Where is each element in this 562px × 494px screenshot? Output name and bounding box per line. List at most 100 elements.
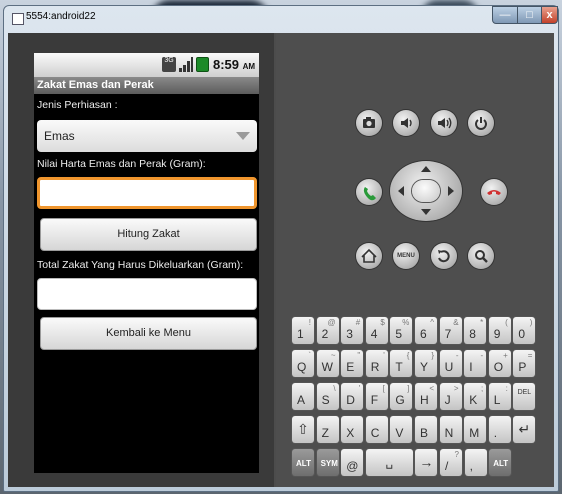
key-24[interactable]: G] (390, 383, 413, 410)
key-46[interactable]: , (464, 449, 487, 476)
key-label: 0 (518, 327, 526, 341)
kembali-menu-button[interactable]: Kembali ke Menu (40, 317, 257, 350)
dpad[interactable] (390, 161, 462, 221)
key-29[interactable]: DEL (513, 383, 536, 410)
search-button[interactable] (468, 243, 494, 269)
key-33[interactable]: C (365, 416, 388, 443)
key-19[interactable]: P = (513, 350, 536, 377)
key-39[interactable]: ↵ (513, 416, 536, 443)
key-3[interactable]: 4 $ (365, 317, 388, 344)
back-button[interactable] (431, 243, 457, 269)
key-22[interactable]: D ' (341, 383, 364, 410)
menu-button[interactable]: MENU (393, 243, 419, 269)
key-label: ␣ (385, 455, 394, 469)
key-45[interactable]: /? (440, 449, 462, 476)
key-27[interactable]: K; (464, 383, 487, 410)
key-4[interactable]: 5% (390, 317, 413, 344)
key-40[interactable]: ALT (292, 449, 314, 476)
key-37[interactable]: M (464, 416, 487, 443)
key-alt-label: < (429, 384, 434, 393)
key-31[interactable]: Z (316, 416, 339, 443)
key-11[interactable]: W ~ (316, 350, 339, 377)
volume-down-button[interactable] (393, 110, 419, 136)
key-30[interactable]: ⇧ (292, 416, 314, 443)
key-alt-label: - (455, 351, 459, 360)
key-44[interactable]: → (415, 449, 438, 476)
key-34[interactable]: V (390, 416, 413, 443)
key-alt-label: ! (308, 318, 311, 327)
key-label: 3 (346, 327, 353, 341)
key-41[interactable]: SYM (316, 449, 339, 476)
key-18[interactable]: O + (488, 350, 511, 377)
emulator-window: 5554:android22 — □ x 3G 8:59 AM Zakat Em… (3, 5, 559, 492)
key-label: G (395, 393, 405, 407)
jenis-perhiasan-spinner[interactable]: Emas (37, 120, 257, 152)
network-3g-icon: 3G (162, 57, 176, 72)
nilai-harta-input[interactable] (37, 177, 257, 209)
key-0[interactable]: 1! (292, 317, 314, 344)
key-label: A (297, 393, 306, 407)
key-16[interactable]: U- (439, 350, 462, 377)
key-26[interactable]: J > (439, 383, 462, 410)
dpad-left-icon[interactable] (398, 186, 404, 196)
key-25[interactable]: H < (415, 383, 437, 410)
key-6[interactable]: 7 & (439, 317, 462, 344)
key-alt-label: ^ (430, 318, 434, 327)
key-label: B (420, 426, 429, 440)
power-button[interactable] (468, 110, 494, 136)
key-21[interactable]: S \ (316, 383, 339, 410)
key-alt-label: > (453, 384, 459, 393)
camera-button[interactable] (356, 110, 382, 136)
close-button[interactable]: x (541, 6, 558, 24)
key-35[interactable]: B (415, 416, 437, 443)
key-12[interactable]: E " (341, 350, 364, 377)
key-47[interactable]: ALT (489, 449, 512, 476)
nilai-harta-label: Nilai Harta Emas dan Perak (Gram): (37, 158, 206, 170)
key-label: P (518, 360, 527, 374)
key-32[interactable]: X (341, 416, 364, 443)
dpad-down-icon[interactable] (421, 209, 431, 215)
window-app-icon[interactable] (12, 13, 24, 25)
key-43[interactable]: ␣ (365, 449, 413, 476)
key-23[interactable]: F[ (365, 383, 388, 410)
call-button[interactable] (356, 179, 382, 205)
menu-label: MENU (397, 253, 415, 259)
key-42[interactable]: @ (341, 449, 364, 476)
dpad-up-icon[interactable] (421, 166, 431, 172)
key-8[interactable]: 9( (488, 317, 511, 344)
key-38[interactable]: . (488, 416, 511, 443)
key-14[interactable]: T{ (390, 350, 413, 377)
key-alt-label: + (503, 351, 508, 360)
key-20[interactable]: A (292, 383, 314, 410)
key-label: L (493, 393, 501, 407)
app-title-bar: Zakat Emas dan Perak (34, 77, 259, 94)
key-label: / (445, 459, 449, 473)
key-2[interactable]: 3 # (341, 317, 364, 344)
total-zakat-field[interactable] (37, 278, 257, 310)
volume-up-button[interactable] (431, 110, 457, 136)
key-28[interactable]: L: (488, 383, 511, 410)
key-alt-label: % (402, 318, 410, 327)
power-icon (475, 117, 487, 130)
key-15[interactable]: Y} (415, 350, 437, 377)
key-10[interactable]: Q ` (292, 350, 314, 377)
end-call-button[interactable] (481, 179, 507, 205)
hitung-zakat-button[interactable]: Hitung Zakat (40, 218, 257, 251)
key-1[interactable]: 2 @ (316, 317, 339, 344)
key-7[interactable]: 8 * (464, 317, 487, 344)
chevron-down-icon (236, 132, 250, 140)
key-17[interactable]: I- (464, 350, 487, 377)
key-5[interactable]: 6 ^ (415, 317, 437, 344)
title-bar[interactable]: 5554:android22 — □ x (4, 6, 558, 30)
dpad-center-button[interactable] (412, 180, 440, 202)
key-label: → (419, 454, 434, 470)
key-36[interactable]: N (439, 416, 462, 443)
key-alt-label: ) (529, 318, 533, 327)
key-9[interactable]: 0) (513, 317, 536, 344)
key-13[interactable]: R ' (365, 350, 388, 377)
minimize-button[interactable]: — (492, 6, 518, 24)
maximize-button[interactable]: □ (517, 6, 542, 24)
home-button[interactable] (356, 243, 382, 269)
dpad-right-icon[interactable] (448, 186, 454, 196)
key-alt-label: $ (380, 318, 385, 327)
